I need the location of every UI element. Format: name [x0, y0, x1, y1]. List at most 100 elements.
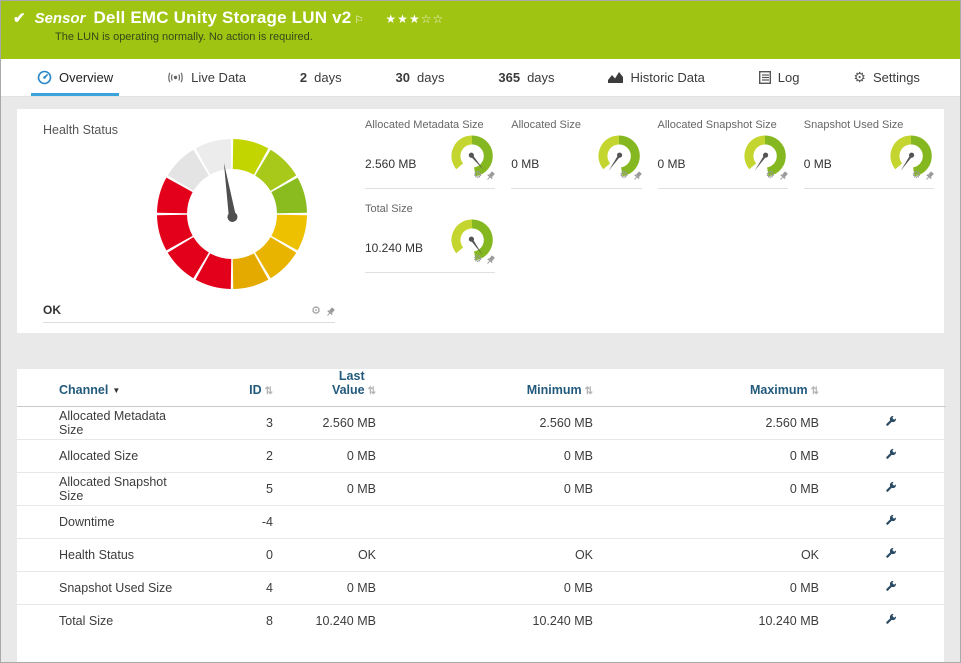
- channel-settings-icon[interactable]: [883, 579, 898, 597]
- channel-last-value: 10.240 MB: [273, 605, 376, 638]
- channel-name: Health Status: [17, 539, 187, 572]
- table-row[interactable]: Health Status 0 OK OK OK: [17, 539, 946, 572]
- star-rating[interactable]: ★★★☆☆: [385, 12, 444, 26]
- channel-name: Snapshot Used Size: [17, 572, 187, 605]
- channel-last-value: 2.560 MB: [273, 407, 376, 440]
- gauge-value: 10.240 MB: [365, 241, 423, 255]
- pin-icon[interactable]: [326, 307, 335, 317]
- tab-label: Live Data: [191, 70, 246, 85]
- channel-last-value: OK: [273, 539, 376, 572]
- stars-empty[interactable]: ☆☆: [421, 12, 445, 26]
- channel-name: Allocated Metadata Size: [17, 407, 187, 440]
- tab-historic-data[interactable]: Historic Data: [602, 59, 710, 96]
- col-actions: [819, 369, 946, 407]
- tab-label-number: 30: [396, 70, 410, 85]
- channel-id: -4: [187, 506, 273, 539]
- tab-label: days: [527, 70, 554, 85]
- overview-icon: [37, 70, 52, 85]
- sensor-status-banner: ✔ Sensor Dell EMC Unity Storage LUN v2 ⚐…: [1, 1, 960, 59]
- flag-icon[interactable]: ⚐: [354, 15, 363, 26]
- stars-filled[interactable]: ★★★: [385, 12, 420, 26]
- table-row[interactable]: Downtime -4: [17, 506, 946, 539]
- gauge-card-title: Allocated Snapshot Size: [658, 117, 788, 131]
- channel-id: 5: [187, 473, 273, 506]
- empty-cell: [804, 201, 934, 273]
- pin-icon[interactable]: [779, 171, 788, 181]
- gauge-card-title: Snapshot Used Size: [804, 117, 934, 131]
- tab-live-data[interactable]: Live Data: [161, 59, 252, 96]
- log-icon: [759, 71, 771, 84]
- channel-settings-icon[interactable]: [883, 513, 898, 531]
- gear-icon: ⚙: [853, 70, 866, 84]
- pin-icon[interactable]: [486, 255, 495, 265]
- channel-minimum: 0 MB: [376, 473, 593, 506]
- tab-log[interactable]: Log: [753, 59, 806, 96]
- pin-icon[interactable]: [633, 171, 642, 181]
- channel-last-value: 0 MB: [273, 473, 376, 506]
- tab-label: days: [314, 70, 341, 85]
- channel-settings-icon[interactable]: [883, 612, 898, 630]
- channel-minimum: 0 MB: [376, 440, 593, 473]
- gauge-card-title: Allocated Metadata Size: [365, 117, 495, 131]
- channel-id: 8: [187, 605, 273, 638]
- tab-label: Settings: [873, 70, 920, 85]
- pin-icon[interactable]: [486, 171, 495, 181]
- gauge-value: 2.560 MB: [365, 157, 416, 171]
- gauge-card-title: Allocated Size: [511, 117, 641, 131]
- gauges-panel: Health Status: [17, 109, 944, 333]
- channel-name: Downtime: [17, 506, 187, 539]
- tab-settings[interactable]: ⚙ Settings: [847, 59, 926, 96]
- gauge-value: 0 MB: [511, 157, 539, 171]
- tab-30-days[interactable]: 30 days: [390, 59, 451, 96]
- sensor-kind-label: Sensor: [35, 10, 86, 27]
- tab-label: days: [417, 70, 444, 85]
- tab-label-number: 2: [300, 70, 307, 85]
- gear-icon[interactable]: ⚙: [473, 170, 482, 181]
- sort-icon: ⇅: [265, 386, 273, 397]
- channel-settings-icon[interactable]: [883, 546, 898, 564]
- gear-icon[interactable]: ⚙: [620, 170, 629, 181]
- table-row[interactable]: Allocated Metadata Size 3 2.560 MB 2.560…: [17, 407, 946, 440]
- tab-2-days[interactable]: 2 days: [294, 59, 348, 96]
- sensor-status-message: The LUN is operating normally. No action…: [55, 31, 946, 43]
- channel-settings-icon[interactable]: [883, 414, 898, 432]
- table-row[interactable]: Allocated Snapshot Size 5 0 MB 0 MB 0 MB: [17, 473, 946, 506]
- channels-panel: Channel▼ ID⇅ Last Value⇅ Minimum⇅ Maximu…: [17, 369, 944, 663]
- channel-last-value: [273, 506, 376, 539]
- sort-icon: ⇅: [368, 386, 376, 397]
- col-minimum[interactable]: Minimum⇅: [376, 369, 593, 407]
- col-maximum[interactable]: Maximum⇅: [593, 369, 819, 407]
- channel-maximum: 2.560 MB: [593, 407, 819, 440]
- sort-desc-icon: ▼: [112, 386, 120, 395]
- channel-settings-icon[interactable]: [883, 480, 898, 498]
- gauge-value: 0 MB: [658, 157, 686, 171]
- tab-365-days[interactable]: 365 days: [492, 59, 560, 96]
- check-icon: ✔: [13, 9, 26, 27]
- sort-icon: ⇅: [811, 386, 819, 397]
- health-status-value: OK: [43, 303, 61, 317]
- gauge-card: Allocated Metadata Size 2.560 MB ⚙: [365, 117, 495, 189]
- tab-overview[interactable]: Overview: [31, 59, 119, 96]
- channel-name: Allocated Size: [17, 440, 187, 473]
- gear-icon[interactable]: ⚙: [912, 170, 921, 181]
- table-row[interactable]: Allocated Size 2 0 MB 0 MB 0 MB: [17, 440, 946, 473]
- table-row[interactable]: Snapshot Used Size 4 0 MB 0 MB 0 MB: [17, 572, 946, 605]
- channel-last-value: 0 MB: [273, 440, 376, 473]
- col-last-value[interactable]: Last Value⇅: [273, 369, 376, 407]
- pin-icon[interactable]: [925, 171, 934, 181]
- mini-gauges-section: Allocated Metadata Size 2.560 MB ⚙: [347, 109, 944, 333]
- gauge-card: Allocated Size 0 MB ⚙: [511, 117, 641, 189]
- channel-id: 3: [187, 407, 273, 440]
- table-row[interactable]: Total Size 8 10.240 MB 10.240 MB 10.240 …: [17, 605, 946, 638]
- gear-icon[interactable]: ⚙: [311, 306, 321, 317]
- col-channel[interactable]: Channel▼: [17, 369, 187, 407]
- health-gauge: [147, 129, 317, 299]
- gear-icon[interactable]: ⚙: [473, 254, 482, 265]
- channel-settings-icon[interactable]: [883, 447, 898, 465]
- table-header-row: Channel▼ ID⇅ Last Value⇅ Minimum⇅ Maximu…: [17, 369, 946, 407]
- gauge-card: Total Size 10.240 MB ⚙: [365, 201, 495, 273]
- tab-label: Historic Data: [630, 70, 704, 85]
- channel-maximum: 0 MB: [593, 440, 819, 473]
- gear-icon[interactable]: ⚙: [766, 170, 775, 181]
- col-id[interactable]: ID⇅: [187, 369, 273, 407]
